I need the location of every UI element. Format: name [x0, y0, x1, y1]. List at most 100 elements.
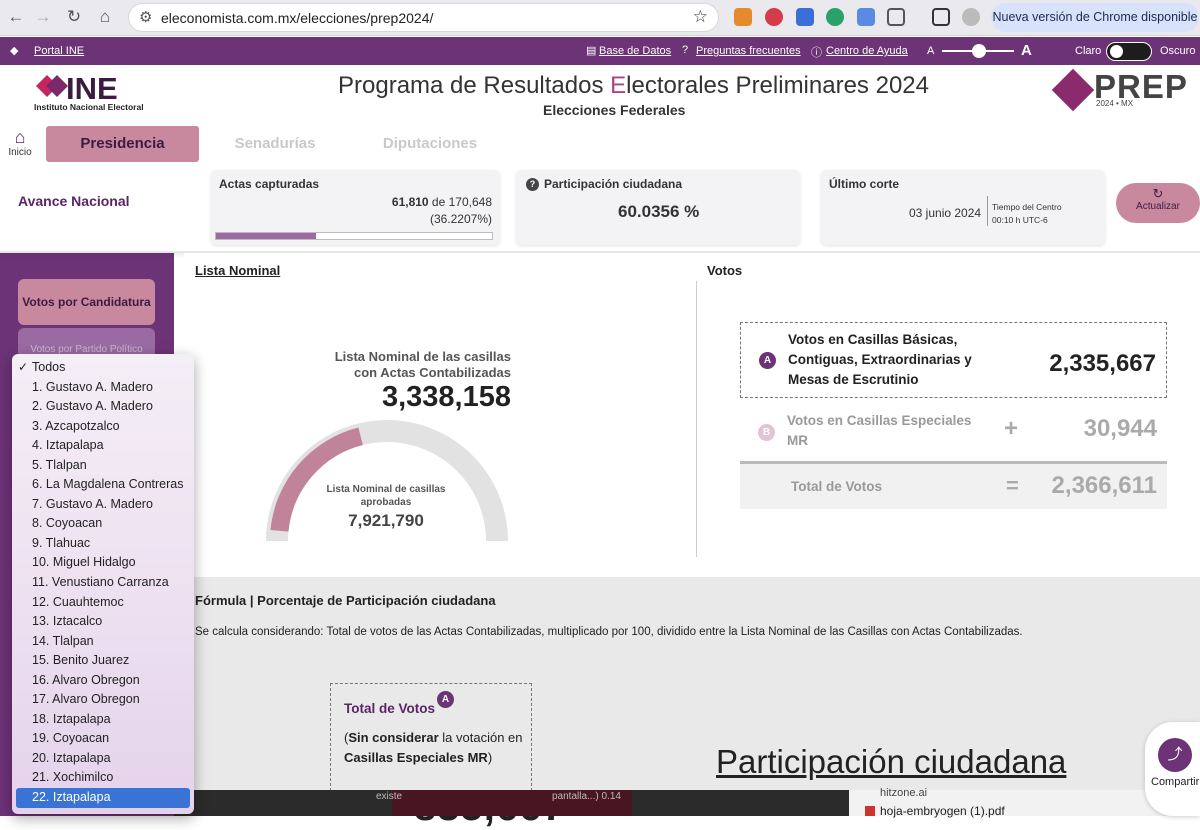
title-part: Programa de Resultados [338, 72, 611, 99]
preguntas-link[interactable]: Preguntas frecuentes [696, 45, 801, 57]
os-taskbar: existe pantalla...) 0.14 hitzone.ai hoja… [174, 787, 1200, 818]
actas-card: Actas capturadas 61,810 de 170,648 (36.2… [211, 170, 500, 245]
dropdown-option[interactable]: 5. Tlalpan [12, 456, 194, 476]
info-icon: ⓘ [811, 47, 822, 59]
share-label: Compartir [1151, 776, 1200, 788]
profile-icon[interactable] [962, 8, 980, 26]
dropdown-option[interactable]: 16. Alvaro Obregon [12, 671, 194, 691]
tab-senadurias[interactable]: Senadurías [210, 126, 340, 162]
house-icon: ⌂ [14, 127, 26, 147]
taskbar-text: pantalla...) 0.14 [552, 791, 621, 802]
divider [987, 196, 988, 226]
download-item[interactable]: hitzone.ai [880, 787, 927, 799]
dropdown-option[interactable]: 13. Iztacalco [12, 612, 194, 632]
database-icon: ▤ [586, 45, 597, 57]
actualizar-button[interactable]: ↻ Actualizar [1116, 183, 1200, 223]
equals-operator: = [1006, 473, 1019, 498]
avance-label: Avance Nacional [18, 193, 130, 209]
actas-count: 61,810 de 170,648 [392, 195, 492, 209]
checkmark-icon: ✓ [18, 360, 29, 374]
extension-icon[interactable] [796, 8, 814, 26]
puzzle-icon[interactable] [887, 8, 905, 26]
font-size-slider-handle[interactable] [972, 44, 986, 58]
dropdown-option[interactable]: 21. Xochimilco [12, 768, 194, 788]
dropdown-option[interactable]: 19. Coyoacan [12, 729, 194, 749]
link-icon[interactable] [857, 8, 875, 26]
portal-ine-link[interactable]: Portal INE [34, 45, 84, 57]
pinterest-icon[interactable] [765, 8, 783, 26]
main-content: Lista Nominal Votos Lista Nominal de las… [184, 253, 1200, 557]
badge-a: A [759, 352, 776, 369]
home-nav[interactable]: ⌂ Inicio [4, 127, 36, 158]
dropdown-option[interactable]: ✓ Todos [12, 358, 194, 378]
extension-icon[interactable] [734, 8, 752, 26]
distrito-dropdown[interactable]: ✓ Todos 1. Gustavo A. Madero 2. Gustavo A. … [12, 354, 194, 814]
dropdown-option[interactable]: 17. Alvaro Obregon [12, 690, 194, 710]
address-bar[interactable]: ⚙ eleconomista.com.mx/elecciones/prep202… [128, 3, 719, 32]
dropdown-option[interactable]: 6. La Magdalena Contreras [12, 475, 194, 495]
plus-operator: + [1004, 415, 1019, 442]
election-tabs: ⌂ Inicio Presidencia Senadurías Diputaci… [0, 123, 1200, 167]
dropdown-option[interactable]: 1. Gustavo A. Madero [12, 378, 194, 398]
corte-title: Último corte [829, 177, 900, 191]
dropdown-option[interactable]: 14. Tlalpan [12, 632, 194, 652]
dropdown-option-label: 17. Alvaro Obregon [32, 692, 140, 707]
votos-a-value: 2,335,667 [1049, 350, 1156, 377]
dropdown-option[interactable]: 4. Iztapalapa [12, 436, 194, 456]
dropdown-option[interactable]: 12. Cuauhtemoc [12, 593, 194, 613]
votos-a-label: Votos en Casillas Básicas, Contiguas, Ex… [788, 332, 972, 387]
badge-b: B [758, 424, 775, 441]
corte-timezone: Tiempo del Centro [992, 202, 1062, 212]
reload-icon[interactable]: ↻ [62, 6, 86, 28]
home-icon[interactable]: ⌂ [93, 6, 117, 28]
base-datos-link[interactable]: Base de Datos [599, 45, 671, 57]
dropdown-option[interactable]: 9. Tlahuac [12, 534, 194, 554]
dropdown-option[interactable]: 15. Benito Juarez [12, 651, 194, 671]
actualizar-label: Actualizar [1136, 201, 1180, 212]
grammarly-icon[interactable] [826, 8, 844, 26]
ayuda-link[interactable]: Centro de Ayuda [826, 45, 908, 57]
dropdown-option[interactable]: 3. Azcapotzalco [12, 417, 194, 437]
dropdown-option-label: 2. Gustavo A. Madero [32, 399, 153, 414]
question-icon: ? [682, 44, 689, 56]
dropdown-option[interactable]: 20. Iztapalapa [12, 749, 194, 769]
actas-progress-fill [216, 233, 316, 239]
dropdown-option-label: 21. Xochimilco [32, 770, 114, 785]
lista-nominal-title: Lista Nominal [195, 263, 281, 278]
refresh-icon: ↻ [1152, 186, 1164, 201]
dropdown-option-label: 14. Tlalpan [32, 633, 94, 648]
tab-presidencia[interactable]: Presidencia [46, 126, 199, 162]
dropdown-option[interactable]: 18. Iztapalapa [12, 710, 194, 730]
claro-label: Claro [1075, 45, 1102, 57]
bookmark-star-icon[interactable]: ☆ [693, 7, 708, 27]
participacion-card: ? Participación ciudadana 60.0356 % [516, 170, 800, 245]
browser-toolbar: ← → ↻ ⌂ ⚙ eleconomista.com.mx/elecciones… [0, 0, 1200, 36]
theme-toggle[interactable] [1106, 42, 1152, 61]
ultimo-corte-card: Último corte 03 junio 2024 Tiempo del Ce… [821, 170, 1105, 245]
dropdown-option-label: 8. Coyoacan [32, 516, 103, 531]
dropdown-option[interactable]: 10. Miguel Hidalgo [12, 553, 194, 573]
dropdown-option[interactable]: 11. Venustiano Carranza [12, 573, 194, 593]
forward-icon[interactable]: → [31, 6, 55, 28]
actas-percent: (36.2207%) [429, 212, 492, 226]
url-text[interactable]: eleconomista.com.mx/elecciones/prep2024/ [161, 10, 433, 26]
dropdown-option[interactable]: 8. Coyoacan [12, 514, 194, 534]
home-label: Inicio [8, 147, 32, 158]
corte-time: 00:10 h UTC-6 [992, 215, 1048, 225]
votos-candidatura-button[interactable]: Votos por Candidatura [18, 279, 155, 325]
chrome-update-button[interactable]: Nueva versión de Chrome disponible [991, 3, 1199, 32]
dropdown-option[interactable]: 7. Gustavo A. Madero [12, 495, 194, 515]
dropdown-option-label: 3. Azcapotzalco [32, 418, 120, 433]
sidepanel-icon[interactable] [932, 8, 950, 26]
actas-progress-bar [215, 232, 493, 240]
actas-title: Actas capturadas [219, 177, 320, 191]
badge-a: A [437, 691, 454, 708]
tab-diputaciones[interactable]: Diputaciones [360, 126, 500, 162]
share-button[interactable]: ⤴ Compartir [1145, 722, 1200, 816]
dropdown-option[interactable]: 22. Iztapalapa [16, 788, 190, 808]
dropdown-option[interactable]: 2. Gustavo A. Madero [12, 397, 194, 417]
page-title: Programa de Resultados Electorales Preli… [338, 72, 929, 100]
help-icon[interactable]: ? [526, 178, 539, 191]
site-settings-icon[interactable]: ⚙ [139, 8, 152, 26]
back-icon[interactable]: ← [4, 6, 28, 28]
